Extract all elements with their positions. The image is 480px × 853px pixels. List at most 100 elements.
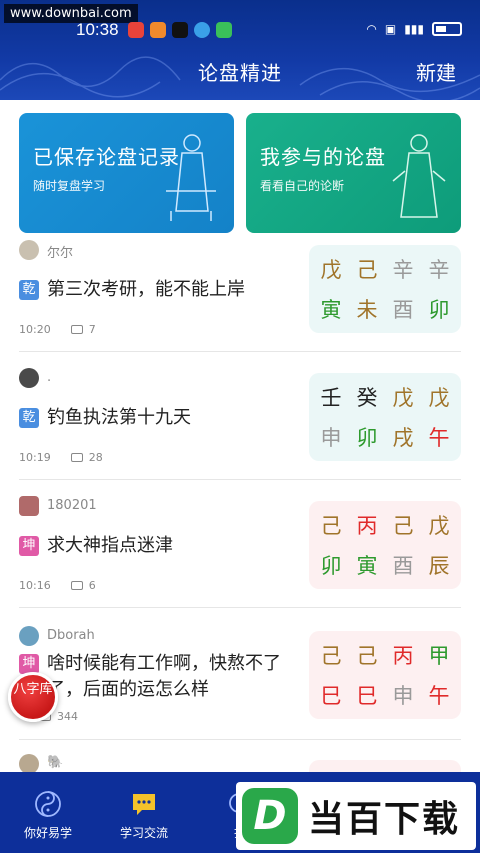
branch: 辰 <box>428 554 450 578</box>
saved-records-card[interactable]: 已保存论盘记录 随时复盘学习 <box>19 113 234 233</box>
post-item[interactable]: 180201 坤 求大神指点迷津 10:16 6 己 丙 己 戊 卯 寅 酉 辰 <box>19 496 461 608</box>
phone-icon <box>216 22 232 38</box>
banner-subtitle: 随时复盘学习 <box>33 179 106 193</box>
branch: 卯 <box>428 298 450 322</box>
gender-tag: 坤 <box>19 536 39 556</box>
page-title: 论盘精进 <box>198 61 282 85</box>
stem: 己 <box>320 644 342 668</box>
username: 🐘 <box>47 755 64 770</box>
stem: 己 <box>392 514 414 538</box>
branch: 巳 <box>320 684 342 708</box>
branch: 酉 <box>392 554 414 578</box>
status-indicators: ◠ ▣ ▮▮▮ <box>366 22 462 36</box>
bazi-chart: 己 己 丙 甲 巳 巳 申 午 <box>309 631 461 719</box>
battery-icon <box>432 22 462 36</box>
branch: 卯 <box>356 426 378 450</box>
stem: 戊 <box>320 258 342 282</box>
username: 尔尔 <box>47 246 74 261</box>
nav-label: 学习交流 <box>119 826 168 840</box>
post-item[interactable]: . 乾 钓鱼执法第十九天 10:19 28 壬 癸 戊 戊 申 卯 戌 午 <box>19 368 461 480</box>
stem: 己 <box>356 644 378 668</box>
downbai-watermark-logo: D 当百下载 <box>236 782 476 850</box>
divider <box>19 607 461 608</box>
divider <box>19 739 461 740</box>
comment-count: 344 <box>57 710 78 723</box>
stem: 己 <box>320 514 342 538</box>
app-notification-icon <box>150 22 166 38</box>
post-title: 第三次考研，能不能上岸 <box>47 279 245 300</box>
post-meta: 10:20 7 <box>19 323 96 336</box>
post-title: 钓鱼执法第十九天 <box>47 407 191 428</box>
nav-item-hello[interactable]: 你好易学 <box>0 772 96 853</box>
new-button[interactable]: 新建 <box>416 57 456 86</box>
username: . <box>47 370 52 385</box>
comment-count: 7 <box>88 323 96 336</box>
app-header: www.downbai.com 10:38 ◠ ▣ ▮▮▮ 论盘精进 新建 <box>0 0 480 100</box>
bazi-chart: 己 丙 己 戊 卯 寅 酉 辰 <box>309 501 461 589</box>
branch: 未 <box>356 298 378 322</box>
comment-icon <box>70 581 83 590</box>
stem: 己 <box>356 258 378 282</box>
yin-yang-icon <box>35 791 61 817</box>
banner-title: 我参与的论盘 <box>260 145 386 169</box>
stem: 壬 <box>320 386 342 410</box>
avatar[interactable] <box>19 496 39 516</box>
gender-tag: 乾 <box>19 408 39 428</box>
avatar[interactable] <box>19 626 39 646</box>
scholar-illustration-icon <box>166 134 216 221</box>
status-time: 10:38 <box>76 20 119 39</box>
wifi-icon: ◠ <box>366 22 377 36</box>
post-item[interactable]: 尔尔 乾 第三次考研，能不能上岸 10:20 7 戊 己 辛 辛 寅 未 酉 卯 <box>19 240 461 352</box>
gender-tag: 乾 <box>19 280 39 300</box>
stem: 癸 <box>356 386 378 410</box>
banner-subtitle: 看看自己的论断 <box>260 179 345 193</box>
divider <box>19 351 461 352</box>
post-item[interactable]: 🐘 <box>19 754 461 772</box>
username: 180201 <box>47 498 97 513</box>
stem: 戊 <box>428 386 450 410</box>
divider <box>19 479 461 480</box>
bazi-chart <box>309 760 461 772</box>
branch: 午 <box>428 684 450 708</box>
participated-card[interactable]: 我参与的论盘 看看自己的论断 <box>246 113 461 233</box>
branch: 酉 <box>392 298 414 322</box>
avatar[interactable] <box>19 368 39 388</box>
branch: 申 <box>392 684 414 708</box>
post-title: 啥时候能有工作啊，快熬不了了，后面的运怎么样 <box>47 653 281 700</box>
stem: 甲 <box>428 644 450 668</box>
comment-icon <box>70 325 83 334</box>
post-item[interactable]: Dborah 坤 啥时候能有工作啊，快熬不了了，后面的运怎么样 344 己 己 … <box>19 626 461 740</box>
branch: 巳 <box>356 684 378 708</box>
post-meta: 10:16 6 <box>19 579 96 592</box>
comment-icon <box>70 453 83 462</box>
post-time: 10:20 <box>19 323 51 336</box>
hd-icon: ▣ <box>384 22 397 36</box>
branch: 寅 <box>320 298 342 322</box>
username: Dborah <box>47 628 95 643</box>
stem: 丙 <box>392 644 414 668</box>
avatar[interactable] <box>19 754 39 772</box>
bazi-chart: 戊 己 辛 辛 寅 未 酉 卯 <box>309 245 461 333</box>
comment-count: 28 <box>88 451 103 464</box>
nav-item-exchange[interactable]: 学习交流 <box>96 772 192 853</box>
stem: 戊 <box>392 386 414 410</box>
logo-text: 当百下载 <box>308 799 461 840</box>
branch: 寅 <box>356 554 378 578</box>
post-meta: 10:19 28 <box>19 451 103 464</box>
app-notification-icon <box>128 22 144 38</box>
qq-icon <box>194 22 210 38</box>
gender-tag: 坤 <box>19 654 39 674</box>
scholar-illustration-icon <box>392 134 446 218</box>
stem: 辛 <box>428 258 450 282</box>
signal-icon: ▮▮▮ <box>404 22 424 36</box>
avatar[interactable] <box>19 240 39 260</box>
post-time: 10:19 <box>19 451 51 464</box>
status-app-icons <box>128 22 232 38</box>
branch: 戌 <box>392 426 414 450</box>
chat-icon <box>133 794 155 815</box>
branch: 申 <box>320 426 342 450</box>
post-title: 求大神指点迷津 <box>47 535 173 556</box>
stem: 辛 <box>392 258 414 282</box>
bazi-library-button[interactable]: 八字库 <box>8 672 58 722</box>
nav-label: 你好易学 <box>23 826 72 840</box>
